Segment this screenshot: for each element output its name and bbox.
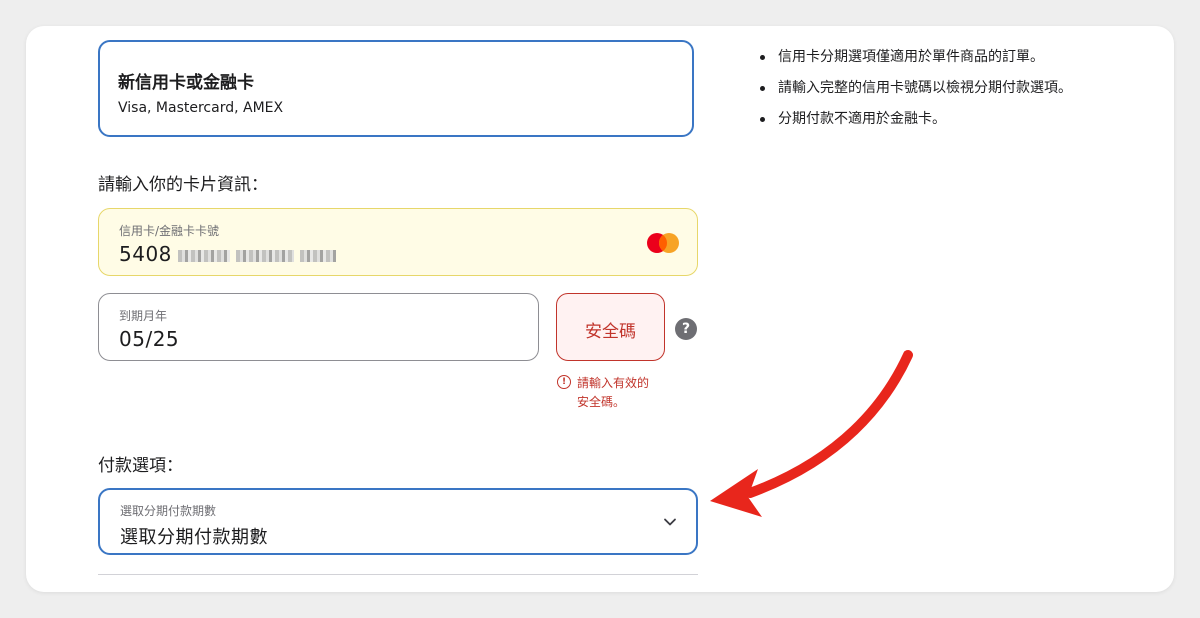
error-icon: ! bbox=[557, 375, 571, 389]
option-subtitle: Visa, Mastercard, AMEX bbox=[118, 100, 284, 116]
expiry-label: 到期月年 bbox=[119, 309, 168, 323]
installment-notes: 信用卡分期選項僅適用於單件商品的訂單。 請輸入完整的信用卡號碼以檢視分期付款選項… bbox=[760, 47, 1072, 140]
expiry-field[interactable]: 到期月年 05/25 bbox=[98, 293, 539, 361]
masked-digits bbox=[235, 249, 294, 262]
chevron-down-icon bbox=[664, 518, 676, 526]
payment-options-heading: 付款選項： bbox=[98, 456, 183, 476]
error-line-2: 安全碼。 bbox=[577, 395, 626, 409]
note-item: 信用卡分期選項僅適用於單件商品的訂單。 bbox=[760, 47, 1072, 67]
card-number-label: 信用卡/金融卡卡號 bbox=[119, 224, 220, 238]
card-number-field[interactable]: 信用卡/金融卡卡號 5408 bbox=[98, 208, 698, 276]
security-code-placeholder: 安全碼 bbox=[585, 322, 636, 342]
installment-select[interactable]: 選取分期付款期數 選取分期付款期數 bbox=[98, 488, 698, 555]
security-code-field[interactable]: 安全碼 bbox=[556, 293, 665, 361]
divider bbox=[98, 574, 698, 575]
help-icon[interactable]: ? bbox=[675, 318, 697, 340]
card-info-heading: 請輸入你的卡片資訊： bbox=[98, 175, 268, 195]
installment-value: 選取分期付款期數 bbox=[120, 527, 268, 548]
option-title: 新信用卡或金融卡 bbox=[118, 73, 254, 93]
note-item: 分期付款不適用於金融卡。 bbox=[760, 109, 1072, 129]
error-line-1: 請輸入有效的 bbox=[577, 376, 650, 390]
annotation-arrow-icon bbox=[710, 350, 913, 517]
mastercard-icon bbox=[647, 233, 679, 253]
expiry-value: 05/25 bbox=[119, 327, 180, 351]
installment-label: 選取分期付款期數 bbox=[120, 504, 217, 518]
note-item: 請輸入完整的信用卡號碼以檢視分期付款選項。 bbox=[760, 78, 1072, 98]
masked-digits bbox=[177, 249, 230, 262]
new-card-option[interactable]: 新信用卡或金融卡 Visa, Mastercard, AMEX bbox=[98, 40, 694, 137]
masked-digits bbox=[299, 249, 336, 262]
card-number-value: 5408 bbox=[119, 242, 336, 266]
